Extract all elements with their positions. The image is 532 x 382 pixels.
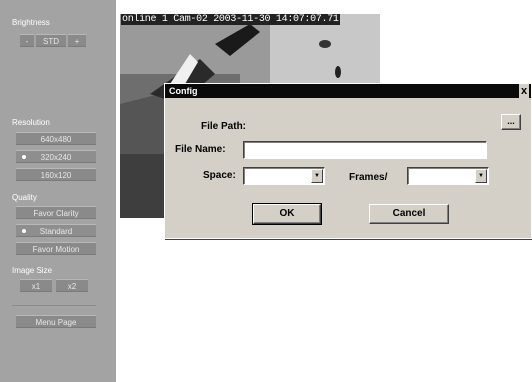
selected-radio-icon [22, 155, 26, 159]
resolution-label: Resolution [12, 118, 50, 127]
brightness-decrease-button[interactable]: - [20, 34, 34, 47]
resolution-option-160x120[interactable]: 160x120 [16, 168, 96, 181]
browse-button[interactable]: ... [501, 114, 521, 130]
camera-timestamp-overlay: online 1 Cam-02 2003-11-30 14:07:07.71 [121, 14, 340, 25]
brightness-increase-button[interactable]: + [68, 34, 86, 47]
option-label: 640x480 [40, 135, 72, 144]
option-label: Favor Motion [32, 245, 80, 254]
image-size-label: Image Size [12, 266, 53, 275]
image-size-x2-button[interactable]: x2 [56, 279, 88, 292]
image-size-x1-button[interactable]: x1 [20, 279, 52, 292]
resolution-option-320x240[interactable]: 320x240 [16, 150, 96, 163]
frames-label: Frames/ [349, 172, 388, 183]
chevron-down-icon[interactable]: ▼ [311, 169, 323, 183]
space-select[interactable]: ▼ [243, 167, 325, 185]
file-name-input[interactable] [243, 141, 487, 159]
divider [12, 305, 96, 306]
config-dialog: Config x File Path: ... File Name: Space… [164, 83, 532, 239]
ok-button[interactable]: OK [252, 203, 322, 225]
dialog-titlebar[interactable]: Config x [165, 84, 531, 98]
quality-option-favor-motion[interactable]: Favor Motion [16, 242, 96, 255]
dialog-title: Config [169, 86, 198, 96]
chevron-down-icon[interactable]: ▼ [475, 169, 487, 183]
file-path-label: File Path: [201, 121, 247, 132]
quality-option-favor-clarity[interactable]: Favor Clarity [16, 206, 96, 219]
close-icon[interactable]: x [519, 84, 529, 98]
frames-select[interactable]: ▼ [407, 167, 489, 185]
menu-page-button[interactable]: Menu Page [16, 315, 96, 328]
option-label: Favor Clarity [33, 209, 79, 218]
brightness-label: Brightness [12, 18, 50, 27]
file-name-label: File Name: [175, 144, 226, 155]
quality-option-standard[interactable]: Standard [16, 224, 96, 237]
selected-radio-icon [22, 229, 26, 233]
quality-label: Quality [12, 193, 37, 202]
resolution-option-640x480[interactable]: 640x480 [16, 132, 96, 145]
cancel-button[interactable]: Cancel [369, 204, 449, 224]
brightness-standard-button[interactable]: STD [36, 34, 66, 47]
option-label: Standard [39, 227, 73, 236]
option-label: 160x120 [40, 171, 72, 180]
control-panel: Brightness - STD + Resolution 640x480 32… [0, 0, 116, 382]
space-label: Space: [203, 170, 236, 181]
option-label: 320x240 [40, 153, 72, 162]
